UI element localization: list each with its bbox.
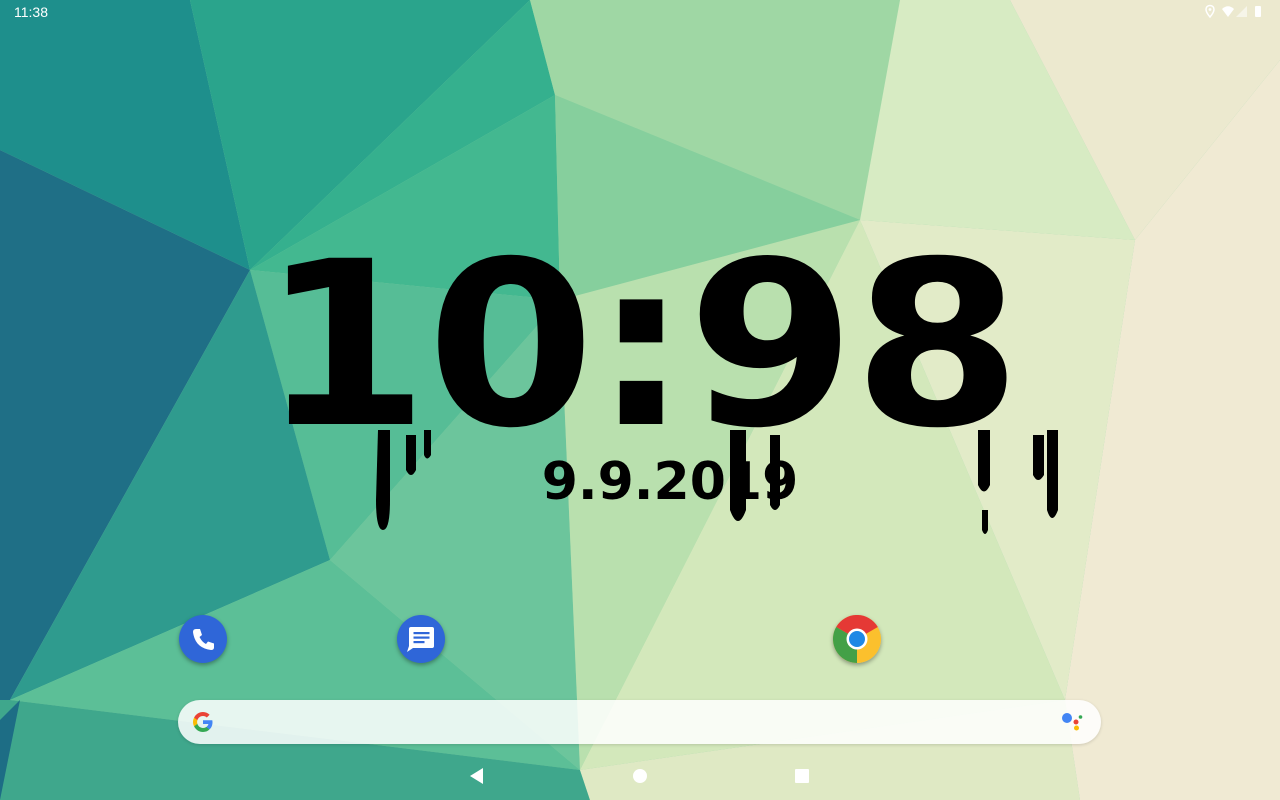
back-icon[interactable] <box>465 764 489 788</box>
google-assistant-icon[interactable] <box>1061 712 1085 732</box>
google-g-icon <box>193 712 213 732</box>
phone-icon <box>193 629 214 650</box>
wifi-icon <box>1222 6 1234 17</box>
location-icon <box>1205 4 1215 19</box>
search-bar[interactable] <box>178 700 1101 744</box>
home-icon[interactable] <box>628 764 652 788</box>
messages-app[interactable] <box>397 615 445 663</box>
status-icons <box>1205 4 1261 19</box>
recents-icon[interactable] <box>790 764 814 788</box>
cellular-signal-icon <box>1236 6 1247 17</box>
battery-icon <box>1255 6 1261 17</box>
clock-date: 9.9.2019 <box>541 452 799 512</box>
phone-app[interactable] <box>179 615 227 663</box>
status-bar: 11:38 <box>0 0 1280 24</box>
clock-widget[interactable]: 10:98 9.9.2019 <box>140 230 1140 540</box>
messages-icon <box>407 627 434 652</box>
status-time: 11:38 <box>14 4 48 20</box>
chrome-icon <box>833 615 881 663</box>
chrome-app[interactable] <box>833 615 881 663</box>
clock-time: 10:98 <box>260 212 1022 478</box>
navigation-bar <box>0 752 1280 800</box>
